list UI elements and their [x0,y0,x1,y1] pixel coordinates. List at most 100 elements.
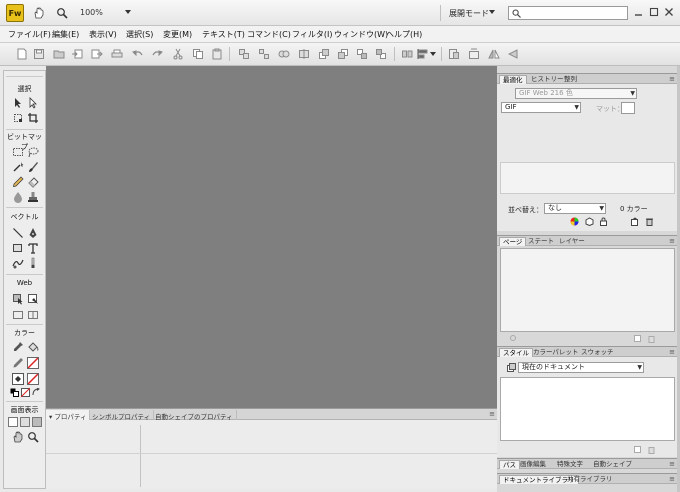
color-wheel-icon[interactable] [570,217,579,226]
brush-tool-icon[interactable] [27,161,39,173]
hand-tool-icon[interactable] [33,7,45,19]
palette-select[interactable]: GIF Web 216 色 ▼ [515,88,637,99]
cut-icon[interactable] [172,48,184,60]
matte-color-swatch[interactable] [621,102,635,114]
rectangle-tool-icon[interactable] [12,242,24,254]
lock-color-icon[interactable] [599,217,608,226]
tab-optimize[interactable]: 最適化 [499,75,527,84]
rotate-icon[interactable] [448,48,460,60]
tab-auto-shapes[interactable]: 自動シェイプ [590,460,635,469]
tab-align[interactable]: 整列 [561,75,580,84]
send-backward-icon[interactable] [337,48,349,60]
menu-select[interactable]: 選択(S) [126,29,153,40]
copy-icon[interactable] [192,48,204,60]
tab-properties[interactable]: ▾ プロパティ [46,410,91,421]
fill-color-swatch[interactable] [27,373,39,385]
menu-file[interactable]: ファイル(F) [8,29,51,40]
group-icon[interactable] [238,48,250,60]
tab-styles[interactable]: スタイル [499,348,533,357]
tab-color-palette[interactable]: カラーパレット [530,348,581,357]
crop-tool-icon[interactable] [27,112,39,124]
menu-window[interactable]: ウィンドウ(W) [334,29,388,40]
menu-edit[interactable]: 編集(E) [52,29,79,40]
align-dropdown-icon[interactable] [430,51,436,57]
zoom-tool-icon[interactable] [56,7,68,19]
eyedropper-tool-icon[interactable] [12,341,24,353]
close-button[interactable] [662,5,676,19]
tab-symbol-properties[interactable]: シンボルプロパティ [89,410,155,421]
workspace-switcher[interactable]: 展開モード [449,8,489,19]
default-colors-icon[interactable] [10,388,19,397]
undo-icon[interactable] [132,48,144,60]
menu-help[interactable]: ヘルプ(H) [386,29,422,40]
panel-menu-icon[interactable]: ≡ [669,237,675,245]
tab-pages[interactable]: ページ [499,237,527,246]
tab-image-edit[interactable]: 画像編集 [517,460,549,469]
zoom-dropdown-icon[interactable] [124,8,132,16]
document-canvas-area[interactable] [46,66,497,408]
split-icon[interactable] [298,48,310,60]
slice-tool-icon[interactable] [27,293,39,305]
delete-color-icon[interactable] [645,217,654,226]
tab-layers[interactable]: レイヤー [556,237,588,246]
paste-icon[interactable] [211,48,223,60]
flip-horizontal-icon[interactable] [488,48,500,60]
tab-auto-shape-properties[interactable]: 自動シェイプのプロパティ [152,410,237,421]
show-slices-icon[interactable] [27,309,39,321]
hand-tool-icon[interactable] [12,431,24,443]
bring-to-front-icon[interactable] [356,48,368,60]
lasso-tool-icon[interactable] [27,146,39,158]
tab-special-characters[interactable]: 特殊文字 [554,460,586,469]
pencil-tool-icon[interactable] [12,176,24,188]
hide-slices-icon[interactable] [12,309,24,321]
fill-color-icon[interactable] [12,373,24,385]
panel-menu-icon[interactable]: ≡ [669,475,675,483]
freeform-tool-icon[interactable] [12,257,24,269]
rotate-ccw-icon[interactable] [468,48,480,60]
align-icon[interactable] [417,48,429,60]
panel-menu-icon[interactable]: ≡ [669,460,675,468]
stroke-color-swatch[interactable] [27,357,39,369]
styles-document-select[interactable]: 現在のドキュメント ▼ [518,362,644,373]
search-input[interactable] [508,6,628,20]
delete-style-icon[interactable] [647,445,656,454]
subselection-tool-icon[interactable] [27,97,39,109]
new-style-icon[interactable] [633,445,642,454]
scale-tool-icon[interactable] [12,112,24,124]
ungroup-icon[interactable] [258,48,270,60]
styles-library-icon[interactable] [506,363,516,373]
panel-menu-icon[interactable]: ≡ [489,410,495,418]
no-color-icon[interactable] [21,388,30,397]
sort-select[interactable]: なし ▼ [544,203,606,214]
standard-screen-mode-icon[interactable] [8,417,18,427]
format-select[interactable]: GIF ▼ [501,102,581,113]
pages-list[interactable] [500,248,675,332]
paint-bucket-tool-icon[interactable] [27,341,39,353]
collapse-arrow-icon[interactable]: ▾ [49,413,52,421]
new-page-icon[interactable] [633,334,642,343]
magic-wand-tool-icon[interactable] [12,161,24,173]
panel-menu-icon[interactable]: ≡ [669,75,675,83]
delete-page-icon[interactable] [647,334,656,343]
text-tool-icon[interactable] [27,242,39,254]
menu-view[interactable]: 表示(V) [89,29,117,40]
menu-commands[interactable]: コマンド(C) [247,29,291,40]
hotspot-tool-icon[interactable] [12,293,24,305]
blur-tool-icon[interactable] [12,191,24,203]
page-options-icon[interactable] [509,334,518,343]
pointer-tool-icon[interactable] [12,97,24,109]
maximize-button[interactable] [647,5,661,19]
menu-modify[interactable]: 変更(M) [163,29,192,40]
zoom-tool-icon[interactable] [27,431,39,443]
distribute-icon[interactable] [401,48,413,60]
swap-colors-icon[interactable] [32,388,41,397]
join-icon[interactable] [278,48,290,60]
line-tool-icon[interactable] [12,227,24,239]
bring-forward-icon[interactable] [318,48,330,60]
send-to-back-icon[interactable] [375,48,387,60]
panel-menu-icon[interactable]: ≡ [669,348,675,356]
full-screen-mode-icon[interactable] [32,417,42,427]
workspace-dropdown-icon[interactable] [488,8,496,16]
import-icon[interactable] [71,48,83,60]
tab-common-library[interactable]: 共有ライブラリ [564,475,616,484]
